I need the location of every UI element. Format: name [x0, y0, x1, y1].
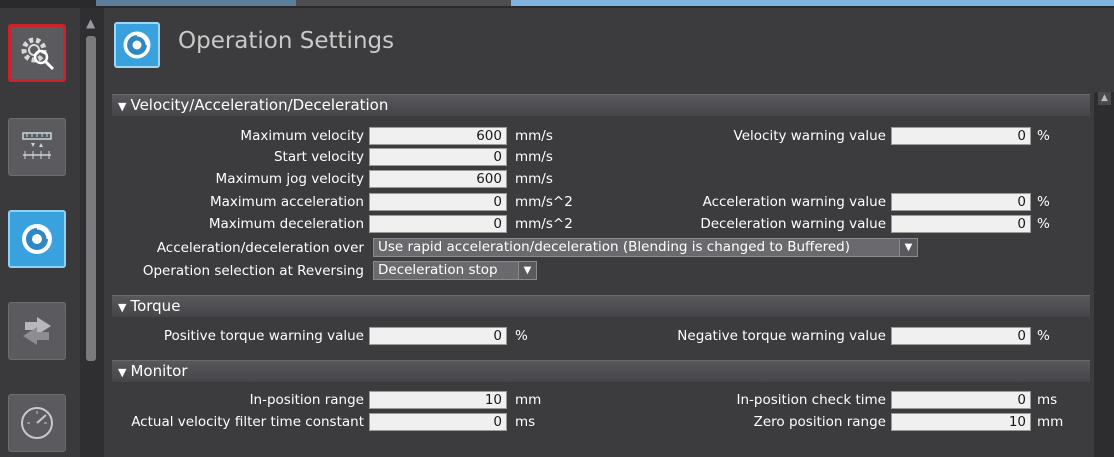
in-position-range-unit: mm	[515, 392, 542, 408]
section-velocity-header[interactable]: ▼ Velocity/Acceleration/Deceleration	[112, 94, 1090, 116]
operation-settings-icon	[22, 224, 52, 254]
tab-indicator	[511, 0, 1114, 6]
section-title: Monitor	[130, 362, 188, 380]
sidebar	[0, 8, 80, 457]
in-position-check-time-unit: ms	[1037, 392, 1058, 408]
reversing-label: Operation selection at Reversing	[142, 263, 364, 279]
section-monitor-header[interactable]: ▼ Monitor	[112, 360, 1090, 382]
scrollbar-thumb[interactable]	[86, 36, 96, 361]
unit-conversion-icon	[22, 132, 52, 159]
deceleration-warning-unit: %	[1037, 216, 1050, 232]
zero-position-range-field[interactable]: 10	[891, 413, 1031, 431]
top-strip	[0, 0, 1114, 8]
section-title: Torque	[130, 297, 181, 315]
sidebar-item-operation-settings[interactable]	[8, 210, 66, 268]
section-title: Velocity/Acceleration/Deceleration	[130, 96, 389, 114]
in-position-check-time-field[interactable]: 0	[891, 391, 1031, 409]
positive-torque-warning-label: Positive torque warning value	[163, 328, 364, 344]
velocity-filter-unit: ms	[515, 414, 536, 430]
sidebar-scrollbar[interactable]: ▲	[80, 8, 104, 457]
zero-position-range-label: Zero position range	[753, 414, 886, 430]
positive-torque-warning-unit: %	[515, 328, 528, 344]
max-velocity-label: Maximum velocity	[240, 128, 364, 144]
velocity-filter-label: Actual velocity filter time constant	[131, 414, 364, 430]
tab-indicator	[96, 0, 296, 6]
section-torque-header[interactable]: ▼ Torque	[112, 295, 1090, 317]
collapse-triangle-icon[interactable]: ▼	[118, 366, 126, 379]
max-deceleration-label: Maximum deceleration	[208, 216, 364, 232]
start-velocity-unit: mm/s	[515, 149, 553, 165]
chevron-down-icon[interactable]: ▼	[518, 262, 536, 279]
sidebar-item-other-operation[interactable]	[8, 302, 66, 360]
negative-torque-warning-field[interactable]: 0	[891, 327, 1031, 345]
positive-torque-warning-field[interactable]: 0	[369, 327, 507, 345]
acceleration-warning-unit: %	[1037, 194, 1050, 210]
max-acceleration-unit: mm/s^2	[515, 194, 573, 210]
sidebar-item-unit-conversion[interactable]	[8, 118, 66, 176]
velocity-warning-unit: %	[1037, 128, 1050, 144]
accel-over-dropdown[interactable]: Use rapid acceleration/deceleration (Ble…	[373, 238, 918, 257]
tab-indicator	[296, 0, 511, 6]
sidebar-item-axis-settings[interactable]	[8, 24, 66, 82]
max-deceleration-field[interactable]: 0	[369, 215, 507, 233]
in-position-range-field[interactable]: 10	[369, 391, 507, 409]
collapse-triangle-icon[interactable]: ▼	[118, 301, 126, 314]
reversing-value: Deceleration stop	[378, 262, 498, 278]
max-velocity-unit: mm/s	[515, 128, 553, 144]
max-jog-velocity-unit: mm/s	[515, 171, 553, 187]
start-velocity-label: Start velocity	[273, 149, 364, 165]
in-position-check-time-label: In-position check time	[736, 392, 887, 408]
max-jog-velocity-field[interactable]: 600	[369, 170, 507, 188]
content-scrollbar[interactable]: ▲	[1094, 92, 1114, 457]
page-title: Operation Settings	[178, 28, 395, 54]
velocity-warning-field[interactable]: 0	[891, 127, 1031, 145]
negative-torque-warning-unit: %	[1037, 328, 1050, 344]
sidebar-item-limit-settings[interactable]	[8, 394, 66, 452]
velocity-warning-label: Velocity warning value	[733, 128, 886, 144]
acceleration-warning-label: Acceleration warning value	[702, 194, 886, 210]
deceleration-warning-field[interactable]: 0	[891, 215, 1031, 233]
reversing-dropdown[interactable]: Deceleration stop ▼	[373, 261, 537, 280]
max-acceleration-field[interactable]: 0	[369, 193, 507, 211]
chevron-down-icon[interactable]: ▼	[899, 239, 917, 256]
max-velocity-field[interactable]: 600	[369, 127, 507, 145]
operation-settings-icon	[114, 22, 160, 68]
other-operation-icon	[23, 317, 51, 345]
max-deceleration-unit: mm/s^2	[515, 216, 573, 232]
axis-settings-icon	[21, 37, 55, 71]
max-acceleration-label: Maximum acceleration	[210, 194, 364, 210]
in-position-range-label: In-position range	[249, 392, 364, 408]
scroll-up-icon[interactable]: ▲	[1098, 92, 1111, 105]
start-velocity-field[interactable]: 0	[369, 148, 507, 166]
accel-over-label: Acceleration/deceleration over	[156, 240, 364, 256]
page-header: Operation Settings	[104, 8, 1114, 88]
velocity-filter-field[interactable]: 0	[369, 413, 507, 431]
negative-torque-warning-label: Negative torque warning value	[677, 328, 886, 344]
acceleration-warning-field[interactable]: 0	[891, 193, 1031, 211]
collapse-triangle-icon[interactable]: ▼	[118, 100, 126, 113]
accel-over-value: Use rapid acceleration/deceleration (Ble…	[378, 239, 851, 255]
limit-settings-icon	[21, 407, 53, 439]
deceleration-warning-label: Deceleration warning value	[700, 216, 886, 232]
scroll-up-icon[interactable]: ▲	[86, 16, 95, 30]
zero-position-range-unit: mm	[1037, 414, 1064, 430]
max-jog-velocity-label: Maximum jog velocity	[215, 171, 364, 187]
